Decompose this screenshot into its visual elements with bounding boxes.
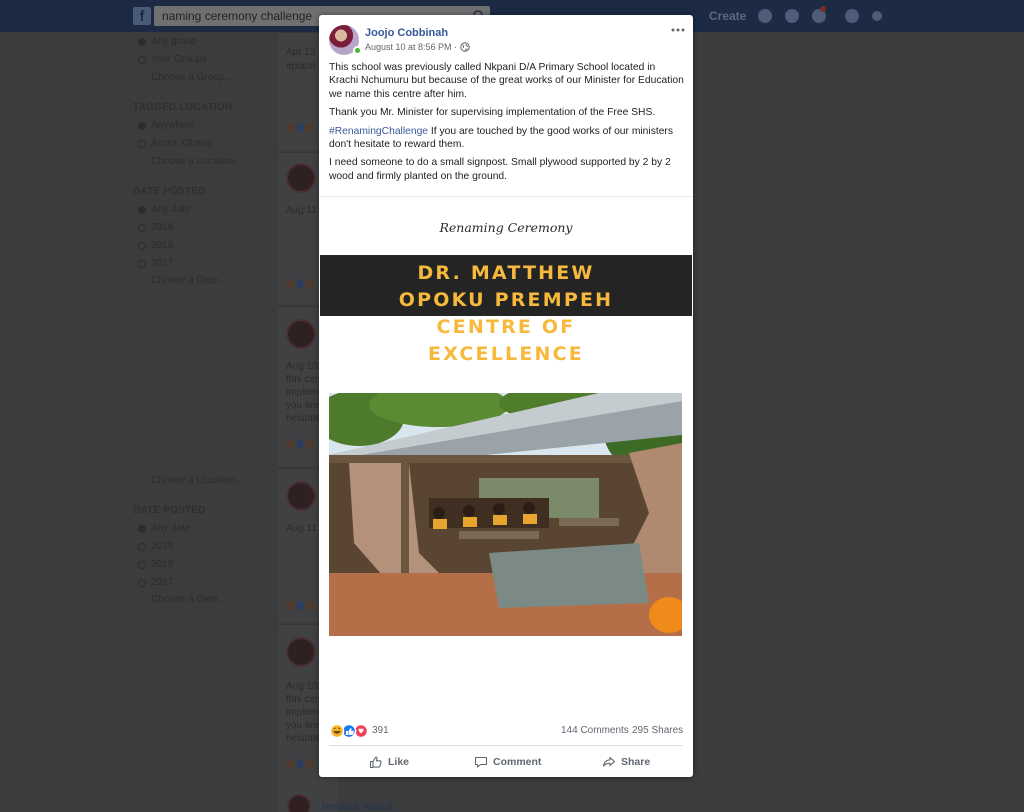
- ceremony-title: Renaming Ceremony: [439, 220, 573, 235]
- post-body: This school was previously called Nkpani…: [329, 61, 685, 188]
- radio-button[interactable]: [138, 561, 146, 569]
- filter-option[interactable]: Choose a Location...: [151, 156, 243, 167]
- friends-icon[interactable]: [758, 9, 772, 23]
- shares-count[interactable]: 295 Shares: [632, 725, 683, 736]
- section-title: DATE POSTED: [133, 186, 206, 197]
- reaction-icons: [286, 601, 315, 611]
- banner-centre-line-2: EXCELLENCE: [428, 343, 584, 365]
- post-date: Apr 13: [286, 47, 316, 58]
- avatar[interactable]: [286, 637, 316, 667]
- radio-button[interactable]: [138, 579, 146, 587]
- help-icon[interactable]: [845, 9, 859, 23]
- post-header: Joojo Cobbinah August 10 at 8:56 PM ·: [319, 15, 693, 59]
- post-snippet: #planti: [286, 61, 316, 72]
- banner-name-line-1: DR. MATTHEW: [417, 262, 595, 284]
- filter-option[interactable]: 2018: [151, 240, 173, 251]
- radio-button[interactable]: [138, 56, 146, 64]
- reactions-count[interactable]: 391: [372, 725, 389, 736]
- radio-button[interactable]: [138, 38, 146, 46]
- banner-name-line-2: OPOKU PREMPEH: [398, 289, 614, 311]
- avatar[interactable]: [286, 163, 316, 193]
- avatar[interactable]: [286, 319, 316, 349]
- reaction-icons: [286, 759, 315, 769]
- post-action-bar: Like Comment Share: [329, 745, 683, 773]
- post-snippet: this cen: [286, 374, 321, 385]
- radio-button[interactable]: [138, 525, 146, 533]
- comments-count[interactable]: 144 Comments: [561, 725, 629, 736]
- filter-option[interactable]: Choose a Location...: [151, 475, 243, 486]
- school-classroom-photo: [329, 393, 682, 636]
- hashtag-link[interactable]: #RenamingChallenge: [329, 126, 428, 137]
- filter-option[interactable]: 2017: [151, 577, 173, 588]
- reaction-icons: [286, 123, 315, 133]
- online-status-indicator: [353, 46, 362, 55]
- engagement-stats: 391 144 Comments 295 Shares: [329, 723, 683, 739]
- like-button[interactable]: Like: [369, 754, 409, 770]
- filter-option[interactable]: Anywhere: [151, 120, 195, 131]
- filter-option[interactable]: Choose a Date...: [151, 275, 226, 286]
- post-paragraph: This school was previously called Nkpani…: [329, 62, 684, 100]
- post-timestamp[interactable]: August 10 at 8:56 PM ·: [365, 42, 457, 52]
- share-arrow-icon: [602, 756, 616, 767]
- filter-option[interactable]: Choose a Date...: [151, 594, 226, 605]
- section-title: TAGGED LOCATION: [133, 102, 233, 113]
- post-snippet: this cen: [286, 694, 321, 705]
- avatar[interactable]: [287, 794, 311, 812]
- thumbs-up-icon: [369, 756, 382, 769]
- radio-button[interactable]: [138, 242, 146, 250]
- post-snippet: you are: [286, 400, 320, 411]
- post-date: Aug 11: [286, 205, 317, 216]
- like-label: Like: [388, 756, 410, 768]
- create-link[interactable]: Create: [709, 9, 746, 23]
- filter-option[interactable]: Any date: [151, 204, 190, 215]
- section-title: DATE POSTED: [133, 505, 206, 516]
- post-modal: Joojo Cobbinah August 10 at 8:56 PM · Th…: [319, 15, 693, 777]
- post-date: Aug 10: [286, 361, 318, 372]
- public-globe-icon: [460, 42, 470, 52]
- comment-button[interactable]: Comment: [474, 754, 541, 770]
- comment-label: Comment: [493, 756, 542, 768]
- messenger-icon[interactable]: [785, 9, 799, 23]
- filter-option[interactable]: Any date: [151, 523, 190, 534]
- share-button[interactable]: Share: [602, 754, 650, 770]
- account-menu-chevron-icon[interactable]: [872, 11, 882, 21]
- post-paragraph: #RenamingChallenge If you are touched by…: [329, 125, 685, 152]
- next-post-author[interactable]: Ismaila Yusuf: [322, 801, 392, 812]
- reaction-icons: [286, 279, 315, 289]
- post-snippet: hesitate: [286, 733, 322, 744]
- search-query-text: naming ceremony challenge: [162, 9, 313, 23]
- comment-bubble-icon: [474, 756, 488, 768]
- filter-option[interactable]: 2017: [151, 258, 173, 269]
- post-snippet: hesitate: [286, 413, 322, 424]
- post-snippet: you are: [286, 720, 320, 731]
- filter-option[interactable]: Accra, Ghana: [151, 138, 212, 149]
- radio-button[interactable]: [138, 224, 146, 232]
- radio-button[interactable]: [138, 206, 146, 214]
- radio-button[interactable]: [138, 140, 146, 148]
- reaction-icons: [286, 439, 315, 449]
- radio-button[interactable]: [138, 122, 146, 130]
- reaction-icons[interactable]: [329, 723, 369, 739]
- post-date: Aug 11: [286, 523, 317, 534]
- facebook-logo-icon[interactable]: f: [133, 7, 151, 25]
- filter-option[interactable]: Any group: [151, 36, 197, 47]
- post-paragraph: Thank you Mr. Minister for supervising i…: [329, 107, 656, 119]
- notification-badge: [820, 6, 826, 12]
- banner-centre-line-1: CENTRE OF: [436, 316, 576, 338]
- avatar[interactable]: [286, 481, 316, 511]
- post-date: Aug 10: [286, 681, 318, 692]
- radio-button[interactable]: [138, 543, 146, 551]
- filter-option[interactable]: 2018: [151, 559, 173, 570]
- post-paragraph: I need someone to do a small signpost. S…: [329, 157, 671, 182]
- filter-option[interactable]: Choose a Group...: [151, 72, 233, 83]
- share-label: Share: [621, 756, 651, 768]
- filter-option[interactable]: 2019: [151, 222, 173, 233]
- more-options-icon[interactable]: [671, 27, 685, 33]
- post-image[interactable]: Renaming Ceremony DR. MATTHEW OPOKU PREM…: [319, 196, 693, 716]
- filter-option[interactable]: 2019: [151, 541, 173, 552]
- radio-button[interactable]: [138, 260, 146, 268]
- author-name[interactable]: Joojo Cobbinah: [365, 27, 448, 39]
- filter-option[interactable]: Your Groups: [151, 54, 207, 65]
